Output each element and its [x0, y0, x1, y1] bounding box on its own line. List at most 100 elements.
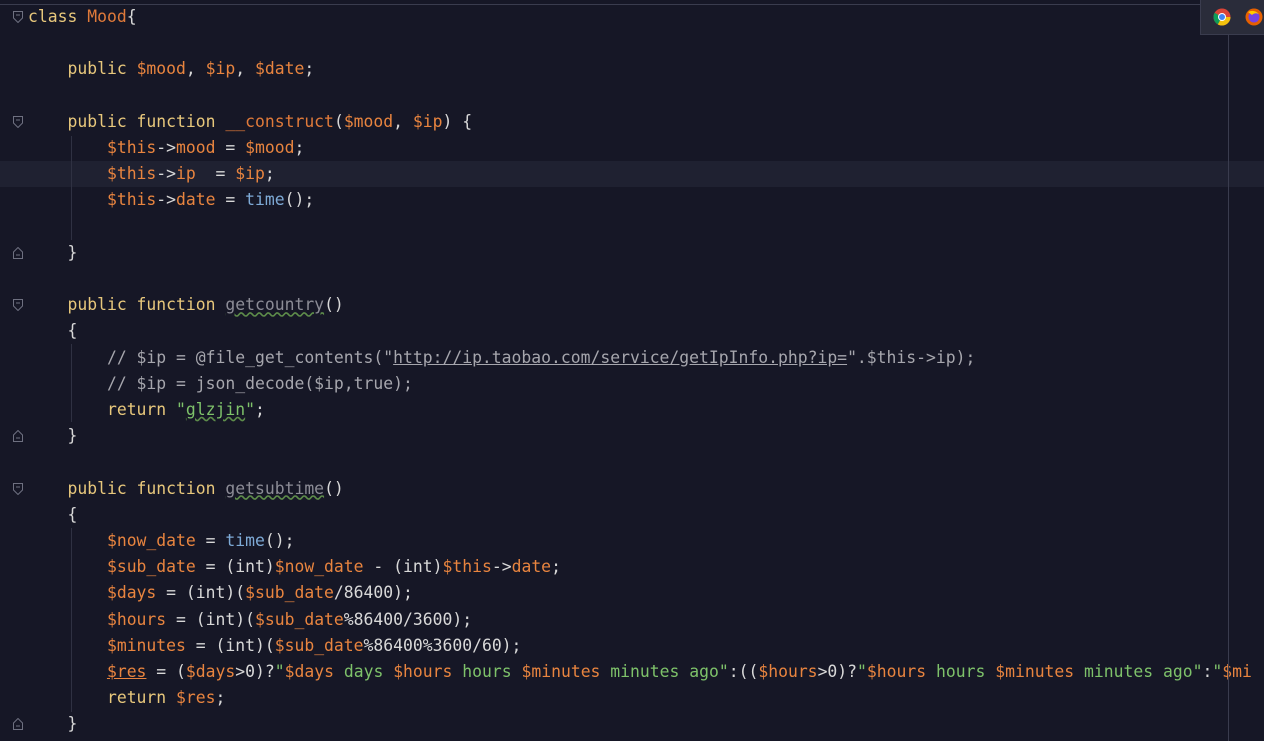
fold-close-icon[interactable]: [13, 718, 23, 731]
code-line[interactable]: public function getcountry(): [0, 292, 1264, 318]
code-line[interactable]: [0, 449, 1264, 475]
code-line[interactable]: $now_date = time();: [0, 528, 1264, 554]
code-line[interactable]: [0, 214, 1264, 240]
code-token: ": [274, 662, 285, 681]
fold-open-icon[interactable]: [13, 482, 23, 495]
code-text: $res = ($days>0)?"$days days $hours hour…: [28, 659, 1252, 685]
code-line[interactable]: // $ip = @file_get_contents("http://ip.t…: [0, 345, 1264, 371]
code-line[interactable]: class Mood{: [0, 4, 1264, 30]
code-line[interactable]: $this->ip = $ip;: [0, 161, 1264, 188]
code-token: ".$this->ip);: [847, 347, 976, 367]
code-token: ;: [215, 688, 226, 708]
code-token: $ip: [412, 111, 443, 131]
code-line[interactable]: }: [0, 240, 1264, 266]
code-line[interactable]: [0, 83, 1264, 109]
code-line[interactable]: }: [0, 423, 1264, 449]
code-token: $sub_date: [106, 557, 196, 577]
code-line[interactable]: return $res;: [0, 685, 1264, 711]
code-token: =: [195, 531, 226, 550]
code-token: $days: [106, 583, 157, 603]
code-line[interactable]: // $ip = json_decode($ip,true);: [0, 371, 1264, 397]
chrome-icon[interactable]: [1213, 8, 1231, 26]
code-token: $minutes: [995, 662, 1075, 681]
code-token: days: [333, 662, 394, 681]
code-line[interactable]: $this->mood = $mood;: [0, 135, 1264, 161]
code-token: hours: [926, 662, 996, 681]
code-token: ) {: [442, 111, 473, 131]
code-token: $res: [106, 662, 147, 681]
code-line[interactable]: $res = ($days>0)?"$days days $hours hour…: [0, 659, 1264, 685]
code-token: (: [333, 111, 344, 131]
fold-open-icon[interactable]: [13, 299, 23, 312]
code-token: Mood: [87, 7, 127, 26]
code-text: {: [28, 502, 77, 528]
code-token: ,: [235, 59, 256, 79]
code-line[interactable]: }: [0, 711, 1264, 737]
code-token: $sub_date: [254, 609, 344, 629]
code-token: date: [511, 557, 552, 577]
code-editor[interactable]: class Mood{ public $mood, $ip, $date; pu…: [0, 0, 1264, 741]
code-text: $sub_date = (int)$now_date - (int)$this-…: [28, 554, 561, 580]
code-token: ->: [156, 190, 177, 210]
fold-open-icon[interactable]: [13, 115, 23, 128]
code-text: public $mood, $ip, $date;: [28, 56, 314, 82]
code-token: {: [126, 7, 137, 26]
code-token: getcountry: [225, 295, 325, 315]
code-token: $res: [176, 688, 216, 708]
code-line[interactable]: $minutes = (int)($sub_date%86400%3600/60…: [0, 633, 1264, 659]
code-text: // $ip = @file_get_contents("http://ip.t…: [28, 345, 975, 371]
code-line[interactable]: [0, 266, 1264, 292]
code-line[interactable]: $days = (int)($sub_date/86400);: [0, 580, 1264, 606]
code-token: :: [1202, 662, 1213, 681]
code-text: }: [28, 711, 77, 737]
code-line[interactable]: $sub_date = (int)$now_date - (int)$this-…: [0, 554, 1264, 580]
code-line[interactable]: {: [0, 502, 1264, 528]
fold-close-icon[interactable]: [13, 246, 23, 259]
code-token: $date: [255, 59, 305, 79]
code-token: $sub_date: [245, 583, 334, 603]
code-token: minutes ago": [1074, 662, 1203, 681]
firefox-icon[interactable]: [1245, 8, 1263, 26]
code-text: {: [28, 318, 77, 344]
code-token: ": [176, 400, 186, 419]
code-line[interactable]: return "glzjin";: [0, 397, 1264, 423]
code-token: $this: [106, 138, 157, 157]
code-token: /86400);: [333, 583, 413, 603]
code-token: ;: [294, 138, 305, 157]
code-line[interactable]: $hours = (int)($sub_date%86400/3600);: [0, 607, 1264, 633]
code-token: = (int): [195, 557, 275, 577]
code-token: ();: [284, 190, 315, 210]
code-token: (): [324, 478, 344, 498]
indent-guide: [71, 528, 72, 712]
code-token: - (int): [363, 557, 443, 577]
code-line[interactable]: {: [0, 318, 1264, 344]
code-token: $minutes: [521, 662, 601, 681]
code-token: ,: [393, 111, 413, 131]
code-token: ;: [255, 400, 265, 419]
code-token: %86400/3600);: [343, 609, 473, 629]
code-token: }: [28, 242, 78, 262]
right-margin-guide: [1228, 0, 1229, 741]
code-line[interactable]: [0, 30, 1264, 56]
fold-close-icon[interactable]: [13, 430, 23, 443]
code-text: public function getsubtime(): [28, 476, 344, 502]
code-line[interactable]: $this->date = time();: [0, 187, 1264, 213]
code-line[interactable]: public function getsubtime(): [0, 476, 1264, 502]
code-token: =: [215, 138, 246, 157]
code-text: return "glzjin";: [28, 397, 265, 423]
code-token: {: [28, 321, 78, 341]
code-line[interactable]: public function __construct($mood, $ip) …: [0, 109, 1264, 135]
code-text: $this->mood = $mood;: [28, 135, 304, 161]
code-token: = (int)(: [156, 583, 246, 603]
code-token: $ip: [235, 164, 265, 184]
code-line[interactable]: public $mood, $ip, $date;: [0, 56, 1264, 82]
fold-open-icon[interactable]: [13, 11, 23, 23]
